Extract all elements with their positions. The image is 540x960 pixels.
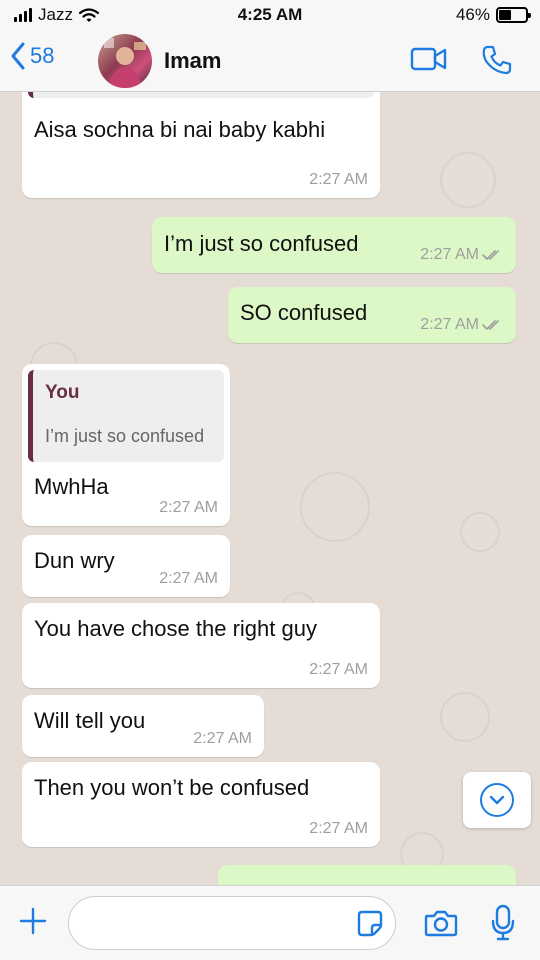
message-bubble[interactable] bbox=[218, 865, 516, 885]
message-bubble[interactable]: I’m just so confused 2:27 AM bbox=[152, 217, 516, 273]
quoted-author: You bbox=[45, 382, 80, 403]
battery-percent: 46% bbox=[455, 5, 490, 24]
camera-icon[interactable] bbox=[424, 908, 458, 938]
message-text: MwhHa bbox=[34, 474, 109, 499]
message-time: 2:27 AM bbox=[309, 820, 368, 837]
message-bubble[interactable]: You have chose the right guy 2:27 AM bbox=[22, 603, 380, 688]
attach-plus-button[interactable] bbox=[18, 906, 48, 940]
status-bar: Jazz 4:25 AM 46% bbox=[0, 0, 540, 30]
message-time: 2:27 AM bbox=[159, 499, 218, 516]
chat-header: 58 Imam bbox=[0, 30, 540, 92]
message-time: 2:27 AM bbox=[193, 730, 252, 747]
message-bubble[interactable]: Aisa sochna bi nai baby kabhi 2:27 AM bbox=[22, 92, 380, 198]
message-input[interactable] bbox=[68, 896, 396, 950]
sticker-icon[interactable] bbox=[356, 909, 384, 937]
message-time: 2:27 AM bbox=[159, 570, 218, 587]
phone-icon[interactable] bbox=[481, 44, 513, 76]
message-text: I’m just so confused bbox=[164, 231, 359, 256]
plus-icon bbox=[19, 907, 47, 935]
message-text: Then you won’t be confused bbox=[34, 775, 310, 800]
unread-count: 58 bbox=[30, 43, 55, 68]
message-bubble[interactable]: Dun wry 2:27 AM bbox=[22, 535, 230, 597]
message-text: Will tell you bbox=[34, 708, 146, 733]
double-check-icon bbox=[482, 320, 499, 330]
quoted-message[interactable]: You I’m just so confused bbox=[28, 370, 224, 462]
message-bubble[interactable]: SO confused 2:27 AM bbox=[228, 287, 516, 343]
double-check-icon bbox=[482, 250, 499, 260]
contact-avatar[interactable] bbox=[98, 34, 152, 88]
video-call-icon[interactable] bbox=[410, 44, 448, 74]
contact-name[interactable]: Imam bbox=[164, 48, 221, 74]
battery-group: 46% bbox=[455, 5, 531, 25]
message-time: 2:27 AM bbox=[420, 316, 504, 334]
message-time: 2:27 AM bbox=[309, 661, 368, 678]
back-button[interactable]: 58 bbox=[10, 42, 54, 70]
microphone-icon[interactable] bbox=[490, 904, 516, 942]
message-text: You have chose the right guy bbox=[34, 616, 317, 641]
battery-fill bbox=[499, 10, 511, 20]
message-text: Aisa sochna bi nai baby kabhi bbox=[34, 117, 326, 142]
battery-icon bbox=[496, 7, 531, 23]
message-time: 2:27 AM bbox=[309, 171, 368, 188]
chat-area[interactable]: Aisa sochna bi nai baby kabhi 2:27 AM I’… bbox=[0, 92, 540, 885]
message-bubble[interactable]: You I’m just so confused MwhHa 2:27 AM bbox=[22, 364, 230, 526]
quoted-text: I’m just so confused bbox=[45, 426, 205, 446]
message-bubble[interactable]: Will tell you 2:27 AM bbox=[22, 695, 264, 757]
message-time: 2:27 AM bbox=[420, 246, 504, 264]
message-bubble[interactable]: Then you won’t be confused 2:27 AM bbox=[22, 762, 380, 847]
chevron-left-icon bbox=[11, 42, 25, 70]
message-text: SO confused bbox=[240, 300, 368, 325]
scroll-to-bottom-button[interactable] bbox=[463, 772, 531, 828]
message-text: Dun wry bbox=[34, 548, 115, 573]
input-bar bbox=[0, 885, 540, 960]
chevron-down-icon bbox=[480, 783, 514, 817]
